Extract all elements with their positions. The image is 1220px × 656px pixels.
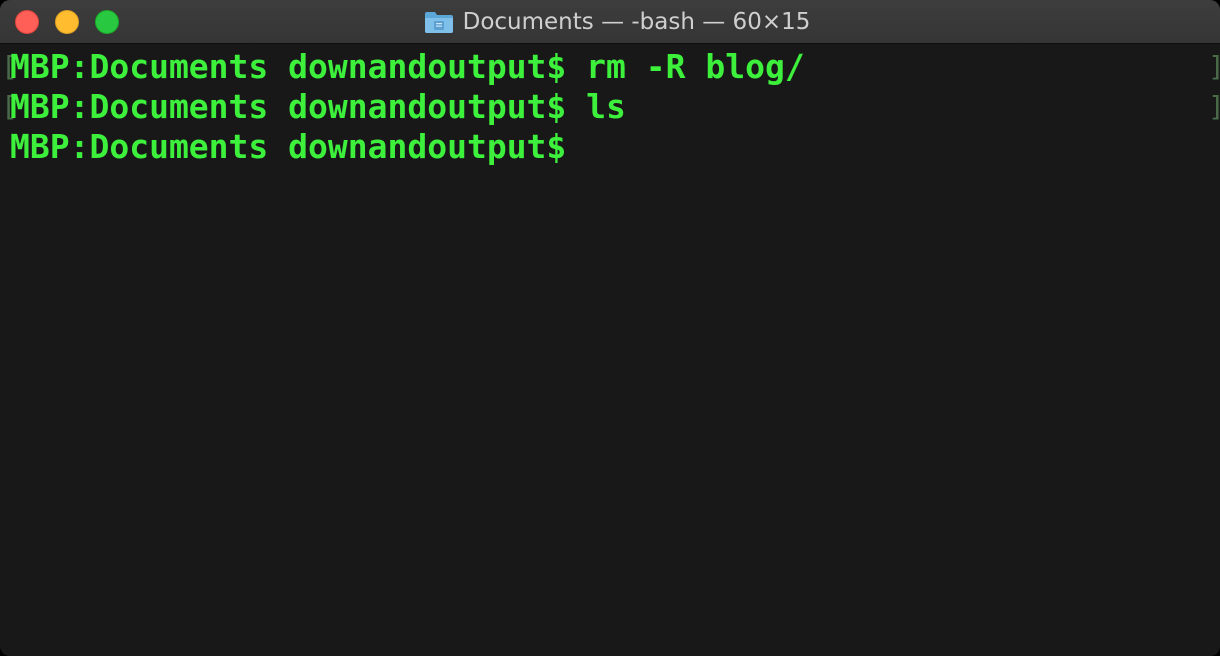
terminal-line: MBP:Documents downandoutput$ ls <box>10 87 626 126</box>
terminal-window: Documents — -bash — 60×15 [ MBP:Document… <box>0 0 1220 656</box>
terminal-prompt-line[interactable]: MBP:Documents downandoutput$ <box>10 127 566 167</box>
line-mark-right: ] <box>1208 87 1220 127</box>
title-bar[interactable]: Documents — -bash — 60×15 <box>0 0 1220 44</box>
terminal-output[interactable]: [ MBP:Documents downandoutput$ rm -R blo… <box>0 45 1220 656</box>
window-title-group: Documents — -bash — 60×15 <box>0 0 1220 44</box>
folder-icon <box>424 12 453 33</box>
terminal-line: MBP:Documents downandoutput$ rm -R blog/ <box>10 47 805 86</box>
line-mark-right: ] <box>1208 47 1220 87</box>
window-title: Documents — -bash — 60×15 <box>462 9 811 35</box>
